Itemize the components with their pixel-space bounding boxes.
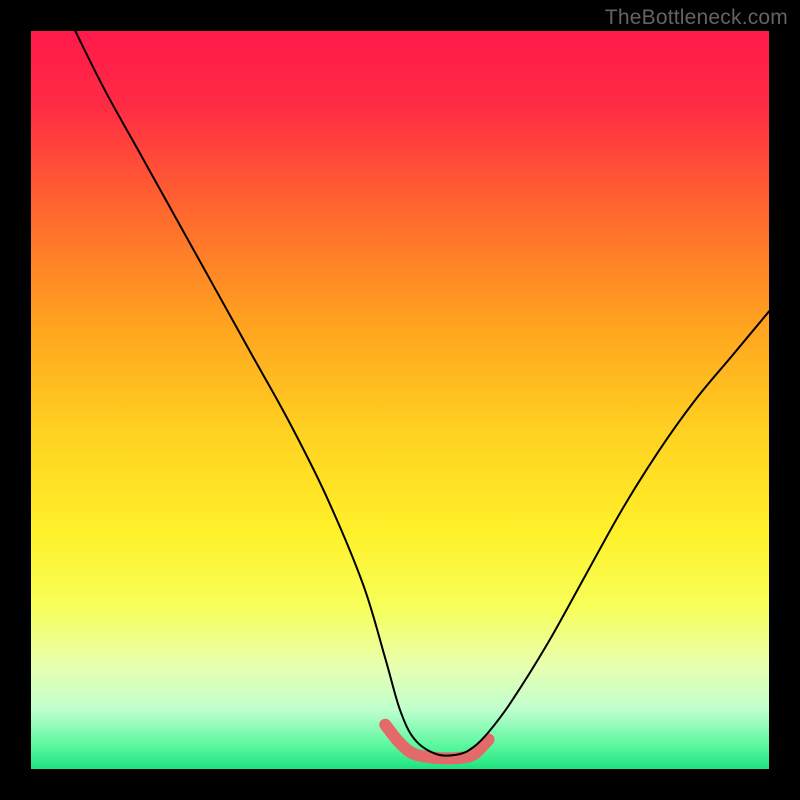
plot-background — [31, 31, 769, 769]
chart-frame: TheBottleneck.com — [0, 0, 800, 800]
watermark-text: TheBottleneck.com — [605, 6, 788, 30]
chart-svg — [0, 0, 800, 800]
